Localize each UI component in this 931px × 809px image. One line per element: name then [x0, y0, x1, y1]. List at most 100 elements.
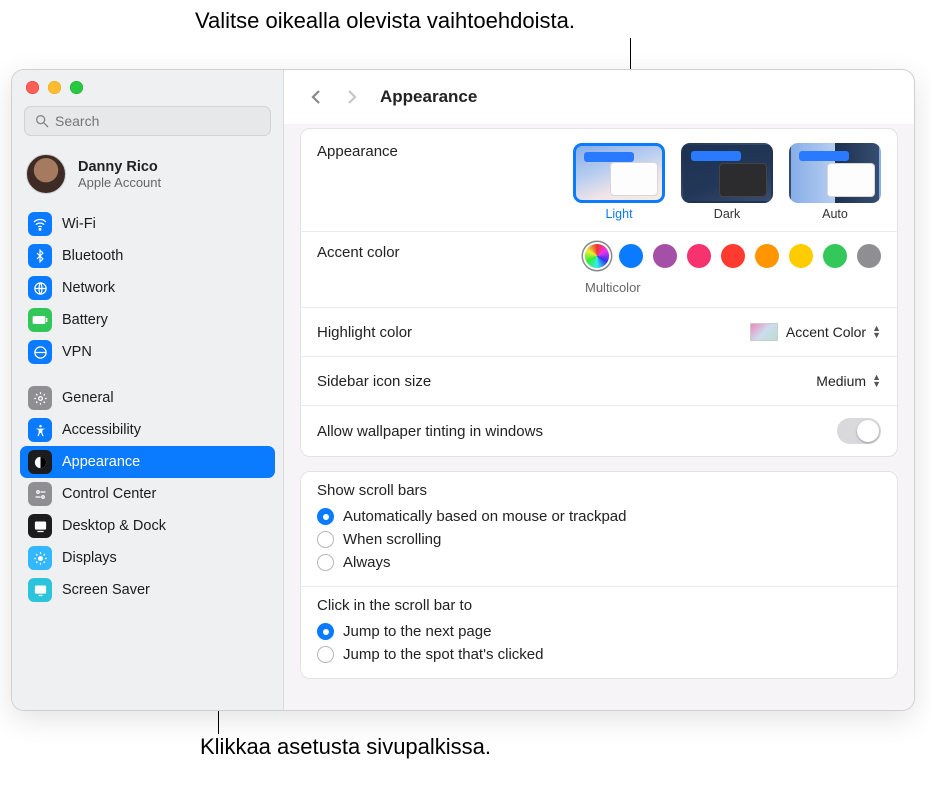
sidebar-item-accessibility[interactable]: Accessibility — [20, 414, 275, 446]
sidebar-list: Wi-Fi Bluetooth Network Battery VPN General A… — [12, 208, 283, 628]
appearance-option-auto[interactable]: Auto — [789, 143, 881, 221]
sidebar-item-label: VPN — [62, 344, 92, 360]
tint-toggle[interactable] — [837, 418, 881, 444]
sidebar-item-label: Control Center — [62, 486, 156, 502]
sidebar-item-network[interactable]: Network — [20, 272, 275, 304]
scrollclick-title: Click in the scroll bar to — [317, 597, 881, 614]
scrollbars-option-2[interactable]: Always — [317, 551, 881, 574]
appearance-thumb-light — [573, 143, 665, 203]
callout-bottom: Klikkaa asetusta sivupalkissa. — [200, 734, 500, 760]
zoom-button[interactable] — [70, 81, 83, 94]
appearance-thumb-dark — [681, 143, 773, 203]
appearance-option-light[interactable]: Light — [573, 143, 665, 221]
highlight-sample — [750, 323, 778, 341]
wi-fi-icon — [28, 212, 52, 236]
accent-caption: Multicolor — [585, 280, 641, 295]
sidebar-item-label: Wi-Fi — [62, 216, 96, 232]
search-field-wrap — [24, 106, 271, 136]
accent-swatch-0a7aff[interactable] — [619, 244, 643, 268]
sidebar-item-label: Bluetooth — [62, 248, 123, 264]
general-icon — [28, 386, 52, 410]
accent-swatch-ff3b30[interactable] — [721, 244, 745, 268]
scrollclick-option-1[interactable]: Jump to the spot that's clicked — [317, 643, 881, 666]
scrollclick-group: Click in the scroll bar to Jump to the n… — [301, 586, 897, 678]
account-row[interactable]: Danny Rico Apple Account — [12, 144, 283, 208]
desktop-dock-icon — [28, 514, 52, 538]
accent-swatch-f6336f[interactable] — [687, 244, 711, 268]
search-input[interactable] — [24, 106, 271, 136]
sidebar-item-label: Appearance — [62, 454, 140, 470]
appearance-option-label: Light — [573, 207, 665, 221]
panel-scroll: Show scroll bars Automatically based on … — [300, 471, 898, 679]
page-title: Appearance — [380, 87, 477, 107]
search-icon — [34, 113, 50, 129]
sidebar-item-label: Displays — [62, 550, 117, 566]
accent-swatch-ffcc00[interactable] — [789, 244, 813, 268]
highlight-value: Accent Color — [786, 324, 866, 340]
sidebar-item-appearance[interactable]: Appearance — [20, 446, 275, 478]
control-center-icon — [28, 482, 52, 506]
scrollclick-option-0[interactable]: Jump to the next page — [317, 620, 881, 643]
appearance-thumb-auto — [789, 143, 881, 203]
accent-swatch-8e8e93[interactable] — [857, 244, 881, 268]
account-name: Danny Rico — [78, 159, 161, 175]
sidebar-item-label: Screen Saver — [62, 582, 150, 598]
account-sub: Apple Account — [78, 175, 161, 190]
sidebar-item-control-center[interactable]: Control Center — [20, 478, 275, 510]
screen-saver-icon — [28, 578, 52, 602]
toolbar: Appearance — [284, 70, 914, 124]
radio-label: Automatically based on mouse or trackpad — [343, 508, 626, 525]
accessibility-icon — [28, 418, 52, 442]
panel-appearance: Appearance Light Dark Auto Accent color Mu… — [300, 128, 898, 457]
sidebar-item-screen-saver[interactable]: Screen Saver — [20, 574, 275, 606]
radio-label: When scrolling — [343, 531, 441, 548]
callout-top: Valitse oikealla olevista vaihtoehdoista… — [195, 8, 575, 34]
updown-icon: ▲▼ — [872, 374, 881, 388]
highlight-popup[interactable]: Accent Color ▲▼ — [786, 320, 881, 344]
chevron-left-icon — [310, 89, 322, 105]
accent-swatch-ff9500[interactable] — [755, 244, 779, 268]
highlight-label: Highlight color — [317, 324, 412, 341]
sidebar-item-label: Desktop & Dock — [62, 518, 166, 534]
sidebar-item-label: Accessibility — [62, 422, 141, 438]
sidebar-item-label: General — [62, 390, 114, 406]
radio-icon — [317, 623, 334, 640]
sidebar-item-label: Network — [62, 280, 115, 296]
sidebar-item-bluetooth[interactable]: Bluetooth — [20, 240, 275, 272]
radio-icon — [317, 531, 334, 548]
appearance-option-dark[interactable]: Dark — [681, 143, 773, 221]
sidebar-item-desktop-dock[interactable]: Desktop & Dock — [20, 510, 275, 542]
window-traffic-lights — [12, 70, 283, 104]
accent-swatch-multicolor[interactable] — [585, 244, 609, 268]
minimize-button[interactable] — [48, 81, 61, 94]
forward-button[interactable] — [338, 83, 366, 111]
appearance-option-label: Dark — [681, 207, 773, 221]
displays-icon — [28, 546, 52, 570]
radio-icon — [317, 646, 334, 663]
sidebar-size-popup[interactable]: Medium ▲▼ — [816, 369, 881, 393]
sidebar-item-general[interactable]: General — [20, 382, 275, 414]
sidebar-size-value: Medium — [816, 373, 866, 389]
sidebar-size-label: Sidebar icon size — [317, 373, 431, 390]
sidebar-item-displays[interactable]: Displays — [20, 542, 275, 574]
sidebar-item-label: Battery — [62, 312, 108, 328]
main-area: Appearance Appearance Light Dark Auto Acce… — [284, 70, 914, 710]
avatar — [26, 154, 66, 194]
sidebar-item-wi-fi[interactable]: Wi-Fi — [20, 208, 275, 240]
back-button[interactable] — [302, 83, 330, 111]
radio-label: Jump to the next page — [343, 623, 491, 640]
sidebar-item-battery[interactable]: Battery — [20, 304, 275, 336]
network-icon — [28, 276, 52, 300]
accent-swatch-34c759[interactable] — [823, 244, 847, 268]
accent-label: Accent color — [317, 244, 400, 261]
close-button[interactable] — [26, 81, 39, 94]
vpn-icon — [28, 340, 52, 364]
accent-swatch-a550a7[interactable] — [653, 244, 677, 268]
appearance-icon — [28, 450, 52, 474]
appearance-label: Appearance — [317, 143, 398, 160]
radio-icon — [317, 554, 334, 571]
scrollbars-group: Show scroll bars Automatically based on … — [301, 472, 897, 586]
scrollbars-option-0[interactable]: Automatically based on mouse or trackpad — [317, 505, 881, 528]
sidebar-item-vpn[interactable]: VPN — [20, 336, 275, 368]
scrollbars-option-1[interactable]: When scrolling — [317, 528, 881, 551]
